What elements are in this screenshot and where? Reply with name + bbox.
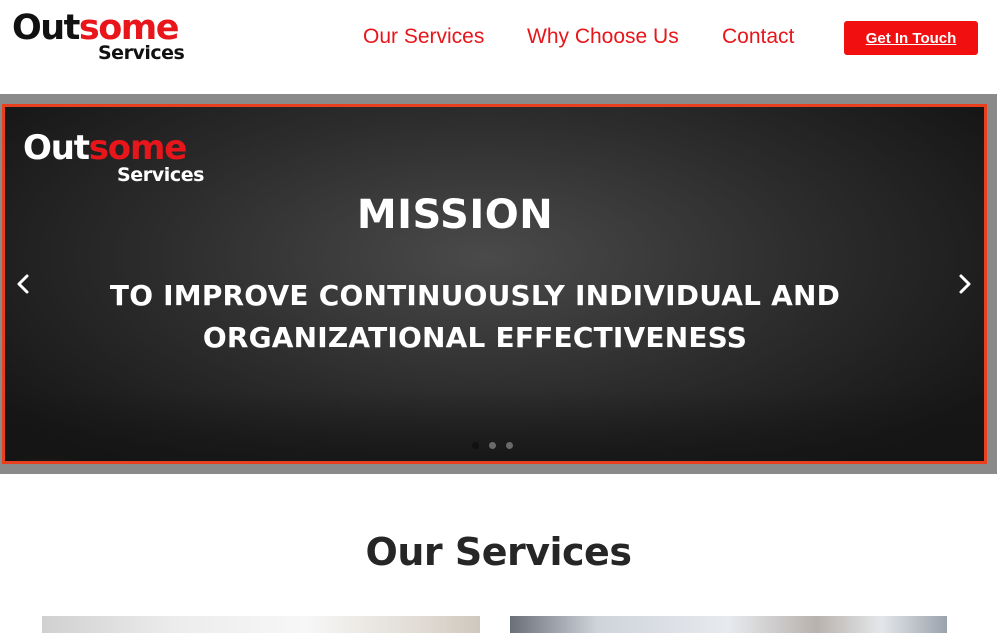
get-in-touch-button[interactable]: Get In Touch <box>844 21 978 55</box>
slider-prev-button[interactable] <box>10 266 36 302</box>
slide-tagline-line-2: ORGANIZATIONAL EFFECTIVENESS <box>202 321 748 354</box>
slider-pagination <box>472 442 513 450</box>
nav-link-contact[interactable]: Contact <box>722 22 794 52</box>
slider-next-button[interactable] <box>952 266 978 302</box>
slide-tagline-line-1: TO IMPROVE CONTINUOUSLY INDIVIDUAL AND <box>109 279 841 312</box>
site-header: Outsome Services Our Services Why Choose… <box>0 0 997 94</box>
nav-link-why-choose-us[interactable]: Why Choose Us <box>527 22 679 52</box>
logo-subtitle: Services <box>98 42 185 64</box>
hero-slide: Outsome Services MISSION TO IMPROVE CONT… <box>2 104 987 464</box>
chevron-left-icon <box>17 274 29 294</box>
slide-tagline: TO IMPROVE CONTINUOUSLY INDIVIDUAL AND O… <box>45 275 905 359</box>
slide-logo-subtitle: Services <box>117 164 205 186</box>
slider-dot-1[interactable] <box>472 442 479 449</box>
nav-link-our-services[interactable]: Our Services <box>363 22 484 52</box>
services-section-title: Our Services <box>365 530 632 574</box>
slide-logo-wordmark: Outsome <box>23 128 187 168</box>
slide-heading: MISSION <box>356 192 554 238</box>
slide-logo: Outsome Services <box>23 129 223 189</box>
site-logo[interactable]: Outsome Services <box>12 8 192 64</box>
slider-dot-3[interactable] <box>506 442 513 449</box>
slider-dot-2[interactable] <box>489 442 496 449</box>
service-card-image-2[interactable] <box>510 616 947 633</box>
slide-floor-shade <box>5 391 984 461</box>
service-card-image-1[interactable] <box>42 616 480 633</box>
chevron-right-icon <box>959 274 971 294</box>
